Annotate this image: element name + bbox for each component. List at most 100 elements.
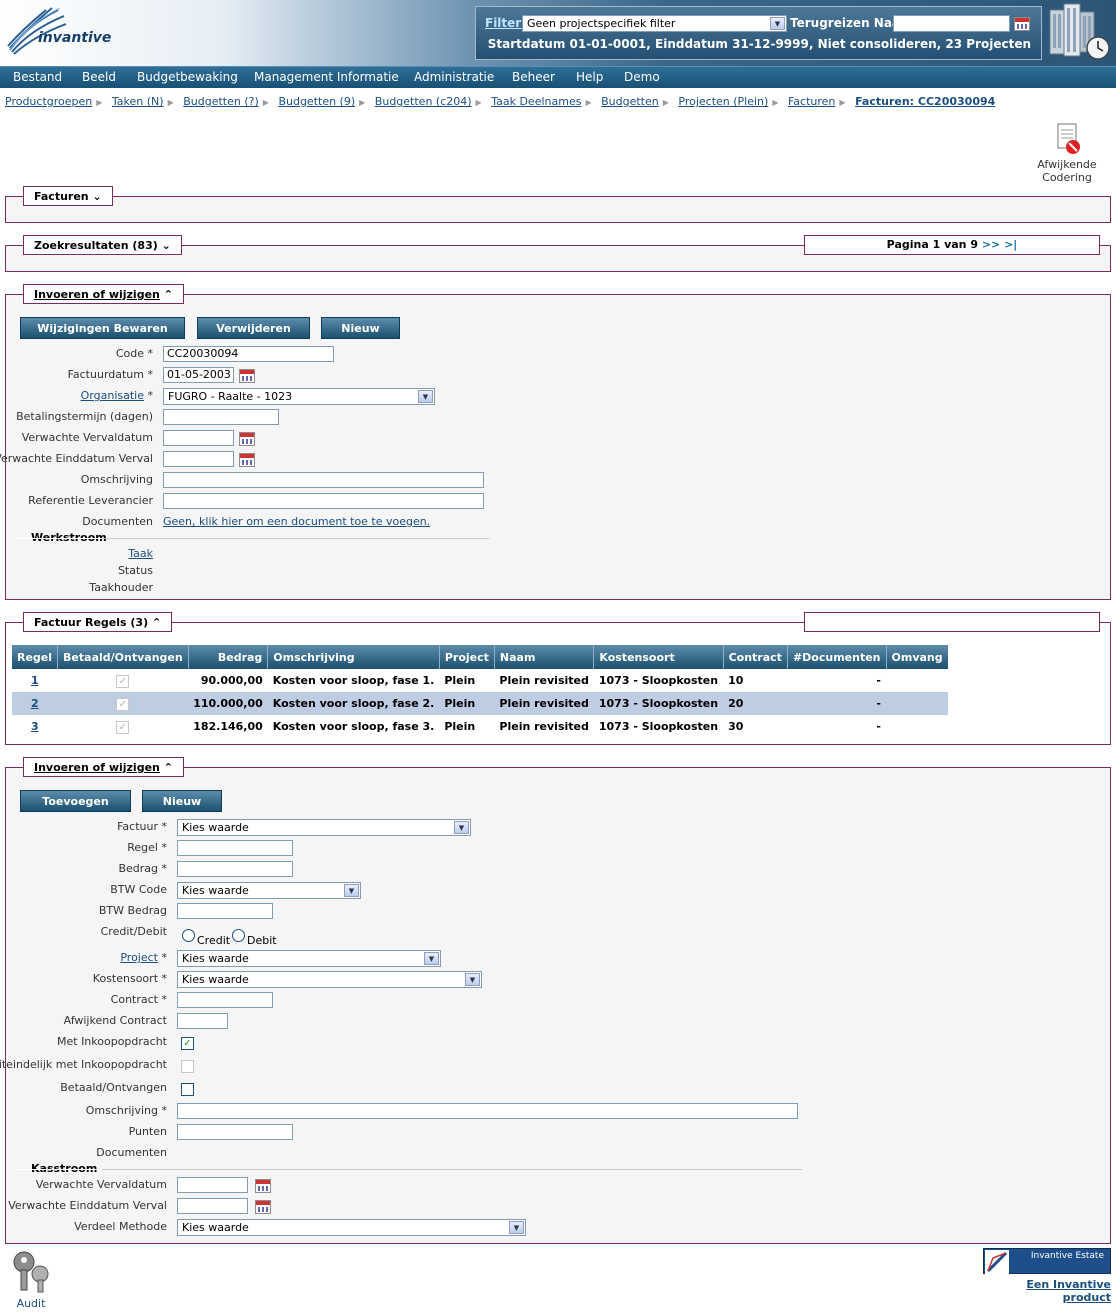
omschrijving2-field[interactable]	[177, 1103, 798, 1119]
add-document-link[interactable]: Geen, klik hier om een document toe te v…	[163, 515, 430, 528]
col-betaald[interactable]: Betaald/Ontvangen	[57, 645, 189, 669]
punten-field[interactable]	[177, 1124, 293, 1140]
terugreizen-input[interactable]	[893, 15, 1010, 32]
btw-bedrag-field[interactable]	[177, 903, 273, 919]
chevron-down-icon[interactable]: ▼	[509, 1221, 524, 1234]
omschrijving-field[interactable]	[163, 472, 484, 488]
debit-radio[interactable]	[232, 929, 245, 942]
taak-link[interactable]: Taak	[128, 547, 153, 560]
chevron-down-icon[interactable]: ▼	[418, 390, 433, 403]
menu-beeld[interactable]: Beeld	[82, 70, 116, 84]
breadcrumb-current[interactable]: Facturen: CC20030094	[855, 95, 995, 108]
col-bedrag[interactable]: Bedrag	[188, 645, 269, 669]
new-button[interactable]: Nieuw	[321, 317, 400, 339]
btw-code-select[interactable]: Kies waarde ▼	[177, 882, 361, 899]
menu-demo[interactable]: Demo	[624, 70, 660, 84]
breadcrumb-budgetten-9[interactable]: Budgetten (9)	[278, 95, 355, 108]
col-naam[interactable]: Naam	[494, 645, 595, 669]
calendar-icon[interactable]	[239, 453, 255, 467]
panel-title-invoeren-regel[interactable]: Invoeren of wijzigen ⌃	[23, 757, 184, 777]
kasstroom-vervaldatum-field[interactable]	[177, 1177, 248, 1193]
breadcrumb-facturen[interactable]: Facturen	[788, 95, 835, 108]
breadcrumb-taak-deelnames[interactable]: Taak Deelnames	[491, 95, 581, 108]
panel-title-factuur-regels[interactable]: Factuur Regels (3) ⌃	[23, 612, 173, 632]
verdeel-methode-select[interactable]: Kies waarde ▼	[177, 1219, 526, 1236]
delete-button[interactable]: Verwijderen	[197, 317, 310, 339]
factuur-select[interactable]: Kies waarde ▼	[177, 819, 471, 836]
referentie-field[interactable]	[163, 493, 484, 509]
panel-title-facturen[interactable]: Facturen ⌄	[23, 186, 113, 206]
col-documenten[interactable]: #Documenten	[787, 645, 887, 669]
col-omschrijving[interactable]: Omschrijving	[267, 645, 440, 669]
calendar-icon[interactable]	[1014, 17, 1030, 31]
invantive-estate-logo[interactable]: Invantive Estate	[983, 1248, 1111, 1274]
chevron-down-icon[interactable]: ▼	[465, 973, 480, 986]
verwachte-vervaldatum-field[interactable]	[163, 430, 234, 446]
credit-radio[interactable]	[182, 929, 195, 942]
panel-title-invoeren[interactable]: Invoeren of wijzigen ⌃	[23, 284, 184, 304]
breadcrumb-projecten[interactable]: Projecten (Plein)	[678, 95, 768, 108]
pagination-next[interactable]: >> >|	[982, 238, 1018, 251]
regel-link[interactable]: 2	[31, 697, 39, 710]
menu-budgetbewaking[interactable]: Budgetbewaking	[137, 70, 238, 84]
filter-select[interactable]: Geen projectspecifiek filter ▼	[522, 15, 787, 32]
invantive-product-link[interactable]: Een Invantive product	[976, 1278, 1111, 1304]
audit-button[interactable]: Audit	[6, 1248, 56, 1310]
calendar-icon[interactable]	[239, 432, 255, 446]
code-field[interactable]: CC20030094	[163, 346, 334, 362]
menu-help[interactable]: Help	[576, 70, 603, 84]
regel-link[interactable]: 1	[31, 674, 39, 687]
table-row[interactable]: 3 ✓ 182.146,00 Kosten voor sloop, fase 3…	[12, 715, 948, 738]
kasstroom-einddatum-field[interactable]	[177, 1198, 248, 1214]
met-inkoopopdracht-checkbox[interactable]: ✓	[181, 1037, 194, 1050]
kostensoort-select[interactable]: Kies waarde ▼	[177, 971, 482, 988]
chevron-down-icon[interactable]: ▼	[344, 884, 359, 897]
verwachte-einddatum-field[interactable]	[163, 451, 234, 467]
filter-label[interactable]: Filter:	[485, 16, 526, 30]
betaald-checkbox[interactable]	[181, 1083, 194, 1096]
panel-title-zoekresultaten[interactable]: Zoekresultaten (83) ⌄	[23, 235, 182, 255]
menu-administratie[interactable]: Administratie	[414, 70, 494, 84]
menu-beheer[interactable]: Beheer	[512, 70, 555, 84]
breadcrumb-budgetten-c204[interactable]: Budgetten (c204)	[375, 95, 472, 108]
organisatie-select[interactable]: FUGRO - Raalte - 1023 ▼	[163, 388, 435, 405]
contract-field[interactable]	[177, 992, 273, 1008]
col-omvang[interactable]: Omvang	[886, 645, 948, 669]
betalingstermijn-field[interactable]	[163, 409, 279, 425]
table-row[interactable]: 1 ✓ 90.000,00 Kosten voor sloop, fase 1.…	[12, 669, 948, 692]
bedrag-field[interactable]	[177, 861, 293, 877]
afwijkende-codering-button[interactable]: Afwijkende Codering	[1036, 123, 1098, 184]
breadcrumb-budgetten[interactable]: Budgetten	[601, 95, 659, 108]
chevron-down-icon[interactable]: ▼	[424, 952, 439, 965]
bedrag-cell: 110.000,00	[188, 692, 268, 715]
col-regel[interactable]: Regel	[12, 645, 59, 669]
project-select[interactable]: Kies waarde ▼	[177, 950, 441, 967]
organisatie-link[interactable]: Organisatie	[81, 389, 144, 402]
calendar-icon[interactable]	[255, 1200, 271, 1214]
afwijkend-contract-field[interactable]	[177, 1013, 228, 1029]
omschrijving-label: Omschrijving	[80, 473, 153, 486]
calendar-icon[interactable]	[239, 369, 255, 383]
col-kostensoort[interactable]: Kostensoort	[593, 645, 724, 669]
factuurdatum-field[interactable]: 01-05-2003	[163, 367, 234, 383]
col-project[interactable]: Project	[439, 645, 495, 669]
invantive-logo[interactable]: invantive	[6, 6, 111, 56]
chevron-down-icon[interactable]: ▼	[454, 821, 469, 834]
regel-link[interactable]: 3	[31, 720, 39, 733]
chevron-down-icon[interactable]: ▼	[770, 17, 785, 30]
project-link[interactable]: Project	[120, 951, 158, 964]
save-button[interactable]: Wijzigingen Bewaren	[20, 317, 185, 339]
calendar-icon[interactable]	[255, 1179, 271, 1193]
breadcrumb-taken[interactable]: Taken (N)	[112, 95, 164, 108]
new-regel-button[interactable]: Nieuw	[142, 790, 222, 812]
menu-bestand[interactable]: Bestand	[13, 70, 62, 84]
breadcrumb-budgetten-q[interactable]: Budgetten (?)	[183, 95, 259, 108]
factuurdatum-label: Factuurdatum *	[67, 368, 153, 381]
table-row[interactable]: 2 ✓ 110.000,00 Kosten voor sloop, fase 2…	[12, 692, 948, 715]
regel-field[interactable]	[177, 840, 293, 856]
menu-management-informatie[interactable]: Management Informatie	[254, 70, 399, 84]
add-button[interactable]: Toevoegen	[20, 790, 131, 812]
breadcrumb-productgroepen[interactable]: Productgroepen	[5, 95, 92, 108]
bedrag-cell: 182.146,00	[193, 720, 263, 733]
col-contract[interactable]: Contract	[723, 645, 788, 669]
